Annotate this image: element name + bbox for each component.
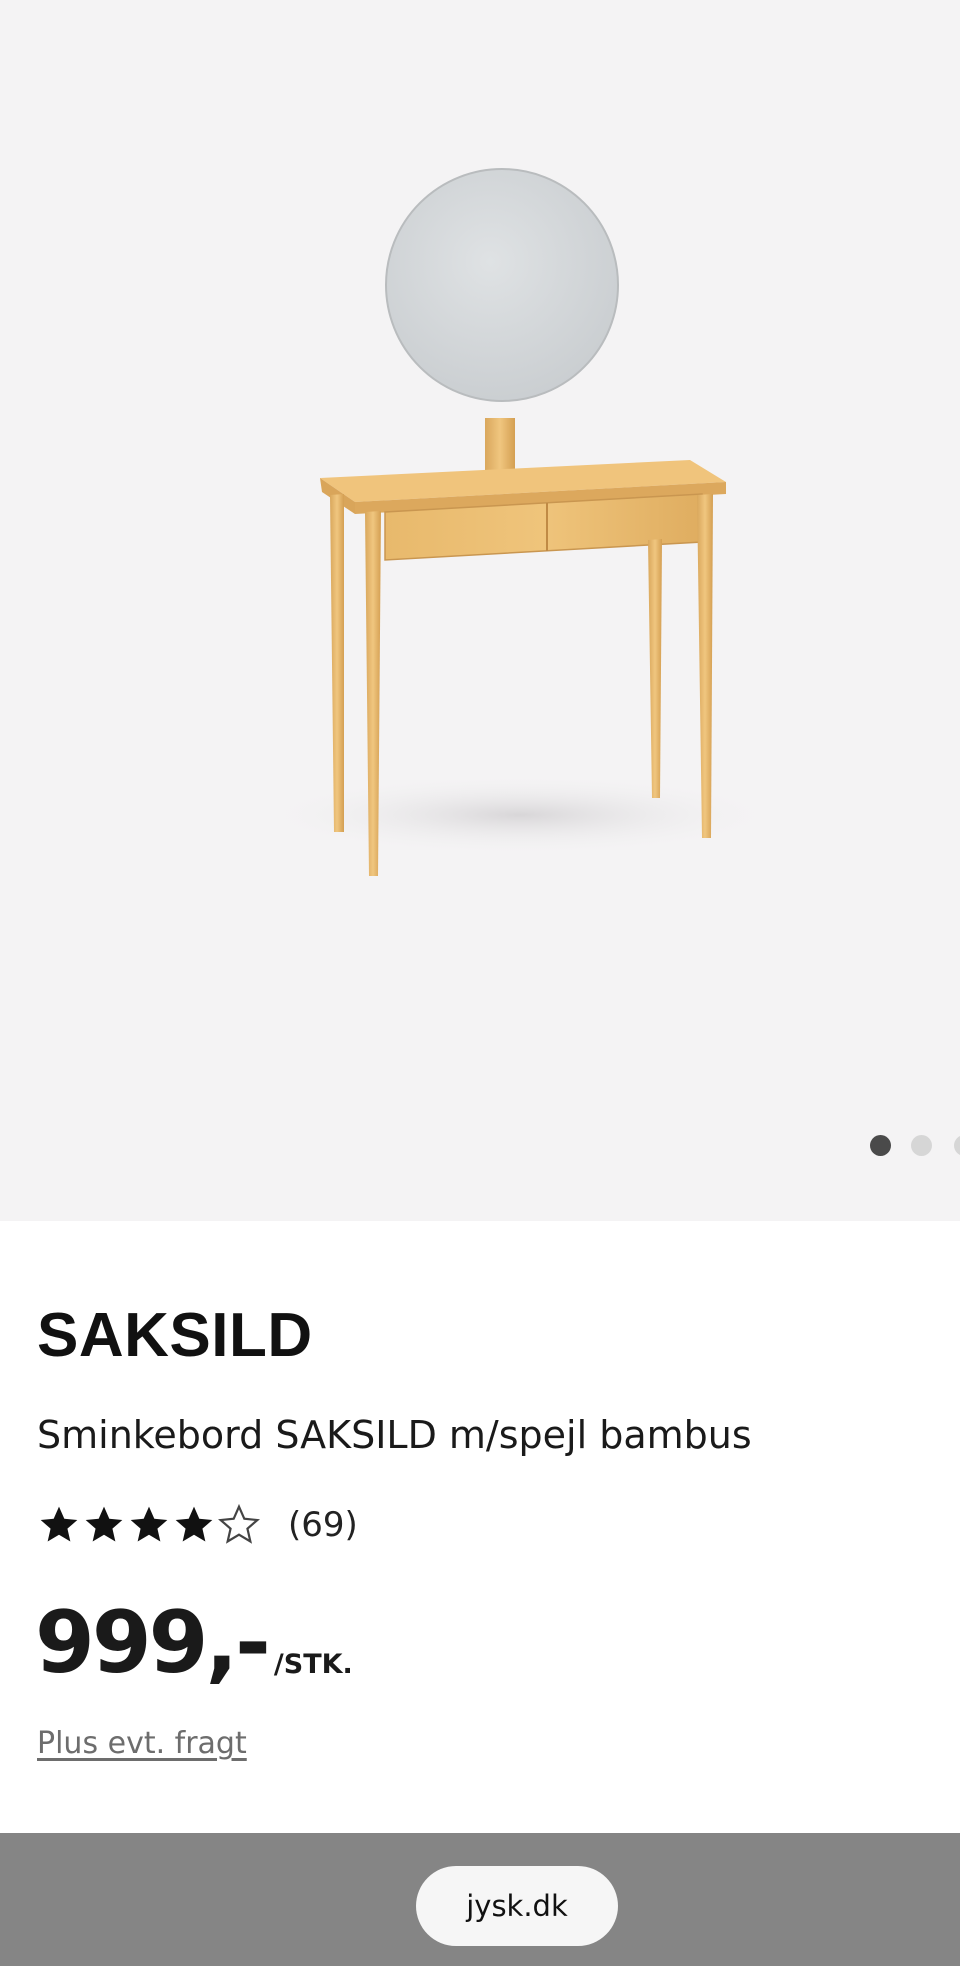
carousel-dot-1[interactable] [870,1135,891,1156]
price-unit: /STK. [273,1649,353,1680]
rating-stars [37,1503,262,1547]
star-empty-icon [218,1503,260,1544]
rating[interactable]: (69) [37,1500,358,1550]
product-description: Sminkebord SAKSILD m/spejl bambus [37,1413,752,1457]
address-bar[interactable]: jysk.dk [416,1866,618,1946]
star-filled-icon [130,1506,168,1542]
price: 999,- /STK. [35,1600,353,1686]
review-count[interactable]: (69) [288,1505,358,1545]
star-filled-icon [85,1506,123,1542]
shipping-link[interactable]: Plus evt. fragt [37,1726,247,1761]
star-filled-icon [175,1506,213,1542]
star-filled-icon [40,1506,78,1542]
price-value: 999,- [35,1593,271,1693]
carousel-dot-2[interactable] [911,1135,932,1156]
product-title: SAKSILD [37,1301,313,1370]
product-image[interactable] [0,0,960,1221]
product-image-gallery[interactable] [0,0,960,1221]
